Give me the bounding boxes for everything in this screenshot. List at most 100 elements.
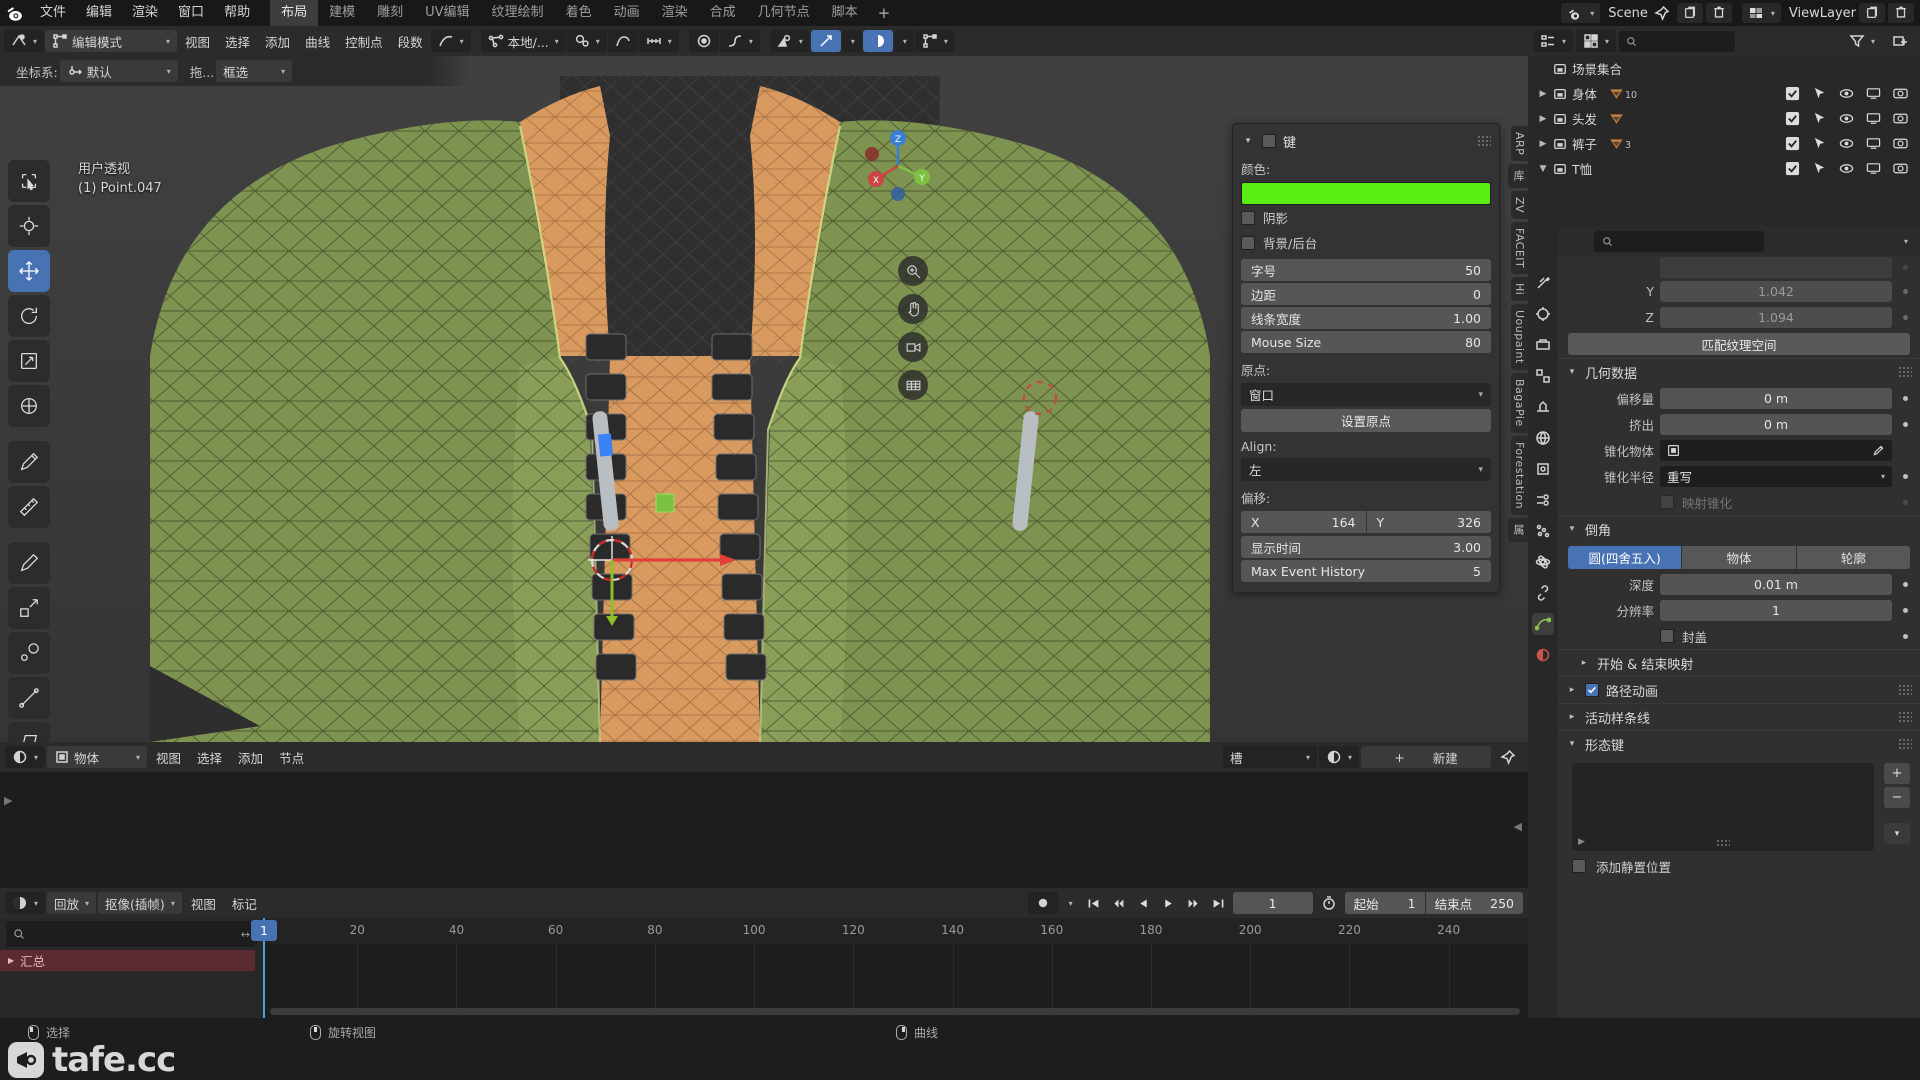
hide-eye-icon[interactable]: [1839, 136, 1854, 151]
animate-property-dot[interactable]: [1898, 395, 1912, 401]
key-color-swatch[interactable]: [1241, 182, 1491, 205]
workspace-tab-geometrynodes[interactable]: 几何节点: [747, 0, 821, 26]
sidebar-tab-zv[interactable]: ZV: [1511, 190, 1528, 219]
add-rest-position-row[interactable]: 添加静置位置: [1558, 853, 1920, 879]
tab-scene[interactable]: [1532, 396, 1554, 418]
tab-tool[interactable]: [1532, 272, 1554, 294]
tab-modifiers[interactable]: [1532, 489, 1554, 511]
line-width-field[interactable]: 线条宽度 1.00: [1241, 307, 1491, 329]
sidebar-tab-faceit[interactable]: FACEIT: [1511, 221, 1528, 275]
remove-viewlayer-button[interactable]: [1888, 3, 1914, 23]
timeline-ruler[interactable]: 20 40 60 80 100 120 140 160 180 200 220 240: [263, 918, 1528, 944]
geometry-offset-row[interactable]: 偏移量 0 m: [1558, 385, 1920, 411]
bevel-type-profile[interactable]: 轮廓: [1796, 546, 1910, 569]
outliner-row-tshirt[interactable]: ▼ T恤: [1528, 156, 1920, 181]
sidebar-tab-hi[interactable]: Hi: [1511, 277, 1528, 302]
menu-window[interactable]: 窗口: [168, 0, 214, 26]
display-time-field[interactable]: 显示时间 3.00: [1241, 536, 1491, 558]
expand-triangle-icon[interactable]: ▶: [1536, 114, 1550, 124]
animate-property-dot[interactable]: [1898, 473, 1912, 479]
key-enable-checkbox[interactable]: [1262, 134, 1276, 148]
expand-triangle-icon[interactable]: ▶: [1536, 139, 1550, 149]
sidebar-tab-arp[interactable]: ARP: [1511, 126, 1528, 162]
properties-panel-body[interactable]: ▾ Y 1.042 Z 1.094 匹配纹理空间 ▾ 几何数据 偏移量 0 m …: [1558, 226, 1920, 1018]
start-frame-field[interactable]: 起始 1: [1344, 892, 1425, 914]
jump-to-end-button[interactable]: [1207, 892, 1231, 914]
node-sidebar-open-icon[interactable]: ▶: [4, 794, 12, 807]
outliner-display-mode[interactable]: ▾: [1576, 30, 1617, 52]
taper-object-field[interactable]: [1660, 439, 1892, 461]
checkbox-icon[interactable]: [1785, 86, 1800, 101]
properties-scroll-area[interactable]: Y 1.042 Z 1.094 匹配纹理空间 ▾ 几何数据 偏移量 0 m 挤出…: [1558, 256, 1920, 1016]
offset-value[interactable]: 0 m: [1660, 387, 1892, 409]
tool-tilt[interactable]: [8, 677, 50, 719]
node-editor-type-selector[interactable]: ▾: [5, 746, 46, 768]
checkbox-icon[interactable]: [1785, 111, 1800, 126]
tool-move[interactable]: [8, 250, 50, 292]
map-taper-checkbox[interactable]: [1660, 495, 1674, 509]
node-menu-view[interactable]: 视图: [149, 746, 188, 768]
tab-constraints[interactable]: [1532, 582, 1554, 604]
remove-shape-key-button[interactable]: −: [1884, 787, 1910, 808]
drag-dots-icon[interactable]: [1898, 366, 1912, 378]
chevron-right-icon[interactable]: ▸: [1566, 712, 1578, 722]
toggle-perspective-button[interactable]: [898, 370, 928, 400]
extrude-value[interactable]: 0 m: [1660, 413, 1892, 435]
hide-eye-icon[interactable]: [1839, 86, 1854, 101]
tab-render[interactable]: [1532, 303, 1554, 325]
offset-y-field[interactable]: Y 326: [1366, 511, 1491, 533]
shape-keys-section[interactable]: ▾ 形态键: [1558, 730, 1920, 757]
viewport-menu-curve[interactable]: 曲线: [298, 30, 337, 52]
tool-tweak[interactable]: [8, 160, 50, 202]
animate-property-dot[interactable]: [1898, 607, 1912, 613]
animate-property-dot[interactable]: [1898, 633, 1912, 639]
background-row[interactable]: 背景/后台: [1241, 230, 1491, 255]
shading-options[interactable]: ▾: [893, 30, 914, 52]
shadow-row[interactable]: 阴影: [1241, 205, 1491, 230]
jump-to-prev-keyframe-button[interactable]: [1107, 892, 1131, 914]
outliner-editor[interactable]: ▾ ▾ ▾ 场景集合 ▶ 身体 10 ▶ 头发 ▶ 裤子 3 ▼ T恤: [1528, 26, 1920, 226]
material-slot-selector[interactable]: 槽 ▾: [1222, 746, 1317, 768]
texture-space-z-value[interactable]: 1.094: [1660, 306, 1892, 328]
menu-edit[interactable]: 编辑: [76, 0, 122, 26]
xray-options[interactable]: ▾: [841, 30, 862, 52]
disable-viewport-icon[interactable]: [1866, 86, 1881, 101]
workspace-tab-texturepaint[interactable]: 纹理绘制: [481, 0, 555, 26]
overlay-toggle[interactable]: ▾: [914, 30, 955, 52]
properties-editor[interactable]: ▾ Y 1.042 Z 1.094 匹配纹理空间 ▾ 几何数据 偏移量 0 m …: [1528, 226, 1920, 1018]
animate-property-dot[interactable]: [1898, 581, 1912, 587]
channel-search-input[interactable]: [30, 927, 236, 941]
checkbox-icon[interactable]: [1785, 161, 1800, 176]
start-end-mapping-section[interactable]: ▸ 开始 & 结束映射: [1558, 649, 1920, 676]
disable-viewport-icon[interactable]: [1866, 136, 1881, 151]
bevel-depth-value[interactable]: 0.01 m: [1660, 573, 1892, 595]
expand-triangle-icon[interactable]: ▶: [1536, 89, 1550, 99]
menu-render[interactable]: 渲染: [122, 0, 168, 26]
channel-summary-row[interactable]: ▶ 汇总: [0, 950, 255, 971]
timeline-horizontal-scrollbar[interactable]: [270, 1008, 1520, 1015]
tool-rotate[interactable]: [8, 295, 50, 337]
tab-material[interactable]: [1532, 644, 1554, 666]
set-origin-button[interactable]: 设置原点: [1241, 409, 1491, 432]
outliner-row-body[interactable]: ▶ 身体 10: [1528, 81, 1920, 106]
unlink-scene-button[interactable]: [1705, 3, 1732, 23]
workspace-tab-animation[interactable]: 动画: [603, 0, 651, 26]
drag-dots-icon[interactable]: [1898, 738, 1912, 750]
zoom-button[interactable]: [898, 256, 928, 286]
geometry-section-header[interactable]: ▾ 几何数据: [1558, 358, 1920, 385]
tool-transform[interactable]: [8, 385, 50, 427]
viewlayer-selector[interactable]: ▾: [1741, 3, 1781, 23]
add-rest-position-checkbox[interactable]: [1572, 859, 1586, 873]
proportional-editing-toggle[interactable]: [607, 30, 638, 52]
hide-eye-icon[interactable]: [1839, 161, 1854, 176]
viewport-menu-view[interactable]: 视图: [178, 30, 217, 52]
workspace-tab-sculpting[interactable]: 雕刻: [366, 0, 414, 26]
map-taper-row[interactable]: 映射锥化: [1558, 489, 1920, 515]
timeline-menu-marker[interactable]: 标记: [225, 892, 264, 914]
node-shader-type-selector[interactable]: 物体 ▾: [47, 746, 148, 768]
path-animation-section[interactable]: ▸ 路径动画: [1558, 676, 1920, 703]
sidebar-tab-props[interactable]: 属: [1508, 518, 1528, 542]
fill-caps-row[interactable]: 封盖: [1558, 623, 1920, 649]
sidebar-tab-forestation[interactable]: Forestation: [1511, 436, 1528, 516]
node-menu-select[interactable]: 选择: [190, 746, 229, 768]
